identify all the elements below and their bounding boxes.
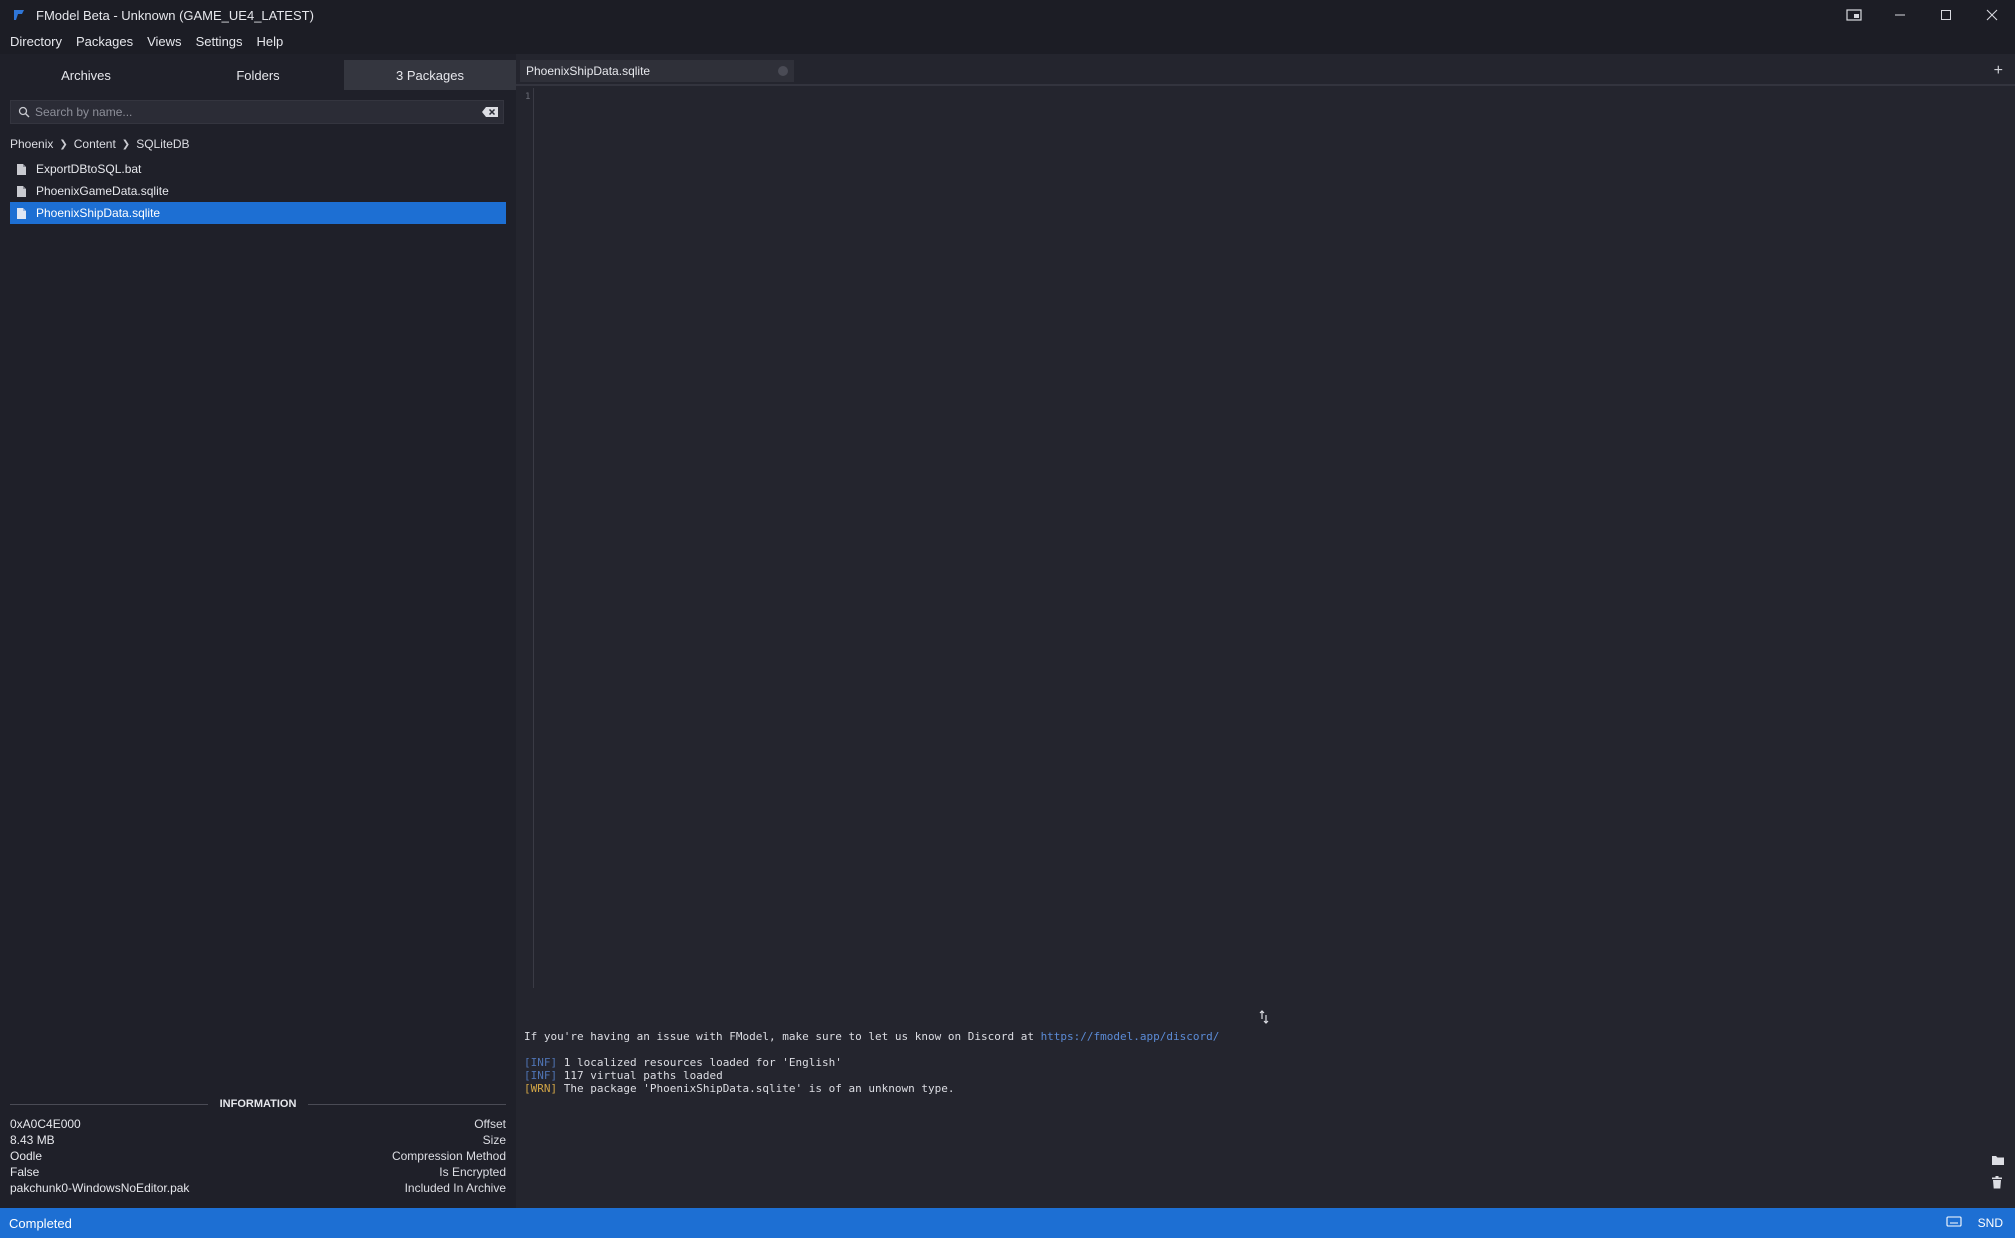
chevron-right-icon: ❯ [121,138,131,150]
status-label-snd[interactable]: SND [1978,1216,2003,1230]
discord-link[interactable]: https://fmodel.app/discord/ [1041,1030,1220,1043]
tab-packages[interactable]: 3 Packages [344,60,516,90]
line-gutter: 1 [516,88,534,988]
info-value: 8.43 MB [10,1133,55,1147]
console-line-discord: If you're having an issue with FModel, m… [524,1030,1219,1043]
tab-folders[interactable]: Folders [172,60,344,90]
search-box [10,100,504,124]
app-logo-icon [8,4,30,26]
trash-icon[interactable] [1991,1176,2007,1198]
title-bar: FModel Beta - Unknown (GAME_UE4_LATEST) [0,0,2015,30]
sidebar-tabs: Archives Folders 3 Packages [0,60,516,90]
file-icon [16,184,28,198]
info-row-compression: Oodle Compression Method [10,1148,506,1164]
file-name: ExportDBtoSQL.bat [36,162,142,176]
menu-views[interactable]: Views [140,30,188,54]
maximize-icon [1941,10,1951,20]
log-tag-inf: [INF] [524,1056,558,1069]
divider [516,84,2015,86]
maximize-button[interactable] [1923,0,1969,30]
editor-tab-bar: PhoenixShipData.sqlite + [516,54,2015,86]
snap-layout-button[interactable] [1831,0,1877,30]
info-label: Offset [474,1117,506,1131]
divider [10,1103,208,1105]
breadcrumb-item-sqlitedb[interactable]: SQLiteDB [136,137,189,151]
close-tab-icon[interactable] [778,66,788,76]
folder-icon[interactable] [1991,1154,2007,1176]
status-bar: Completed SND [0,1208,2015,1238]
status-text: Completed [9,1215,72,1231]
search-icon [13,101,35,123]
editor-tab[interactable]: PhoenixShipData.sqlite [520,60,794,82]
log-tag-inf: [INF] [524,1069,558,1082]
info-row-size: 8.43 MB Size [10,1132,506,1148]
code-editor[interactable]: 1 [516,88,2015,988]
breadcrumb: Phoenix ❯ Content ❯ SQLiteDB [10,132,190,156]
tab-archives[interactable]: Archives [0,60,172,90]
list-item[interactable]: PhoenixShipData.sqlite [10,202,506,224]
console-tools [1991,1154,2007,1198]
menu-help[interactable]: Help [250,30,291,54]
chevron-right-icon: ❯ [59,138,68,150]
breadcrumb-item-content[interactable]: Content [74,137,116,151]
log-text: 117 virtual paths loaded [557,1069,723,1082]
status-right: SND [1946,1208,2003,1238]
snap-layout-icon [1846,9,1862,21]
file-icon [16,206,28,220]
info-value: pakchunk0-WindowsNoEditor.pak [10,1181,190,1195]
minimize-button[interactable] [1877,0,1923,30]
info-row-archive: pakchunk0-WindowsNoEditor.pak Included I… [10,1180,506,1196]
minimize-icon [1895,14,1905,16]
info-label: Compression Method [391,1149,506,1163]
info-value: False [10,1165,40,1179]
console-text: If you're having an issue with FModel, m… [524,1030,1041,1043]
information-table: 0xA0C4E000 Offset 8.43 MB Size Oodle Com… [10,1116,506,1196]
info-label: Size [482,1133,506,1147]
file-name: PhoenixShipData.sqlite [36,206,161,220]
window-controls [1831,0,2015,30]
editor-tab-title: PhoenixShipData.sqlite [526,64,651,78]
breadcrumb-item-phoenix[interactable]: Phoenix [10,137,53,151]
file-icon [16,162,28,176]
keyboard-icon[interactable] [1946,1216,1962,1230]
file-name: PhoenixGameData.sqlite [36,184,169,198]
info-row-encrypted: False Is Encrypted [10,1164,506,1180]
information-header: INFORMATION [10,1094,507,1114]
menu-settings[interactable]: Settings [189,30,250,54]
sidebar: Archives Folders 3 Packages Phoenix ❯ Co… [0,54,516,1208]
console-output: If you're having an issue with FModel, m… [516,1024,2015,1208]
log-text: The package 'PhoenixShipData.sqlite' is … [557,1082,955,1095]
divider [308,1103,507,1105]
info-label: Included In Archive [404,1181,506,1195]
menu-bar: Directory Packages Views Settings Help [0,30,2015,54]
log-text: 1 localized resources loaded for 'Englis… [557,1056,842,1069]
file-list: ExportDBtoSQL.bat PhoenixGameData.sqlite… [10,158,506,224]
console-line: [INF] 117 virtual paths loaded [524,1069,723,1082]
list-item[interactable]: PhoenixGameData.sqlite [10,180,506,202]
close-button[interactable] [1969,0,2015,30]
info-value: 0xA0C4E000 [10,1117,81,1131]
search-input[interactable] [35,102,477,122]
add-tab-icon[interactable]: + [1994,62,2003,80]
menu-directory[interactable]: Directory [3,30,69,54]
console-line: [WRN] The package 'PhoenixShipData.sqlit… [524,1082,954,1095]
info-value: Oodle [10,1149,43,1163]
window-title: FModel Beta - Unknown (GAME_UE4_LATEST) [36,7,314,23]
line-number: 1 [525,92,531,102]
list-item[interactable]: ExportDBtoSQL.bat [10,158,506,180]
clear-search-icon[interactable] [477,101,503,123]
menu-packages[interactable]: Packages [69,30,140,54]
info-row-offset: 0xA0C4E000 Offset [10,1116,506,1132]
info-label: Is Encrypted [439,1165,506,1179]
console-line: [INF] 1 localized resources loaded for '… [524,1056,842,1069]
log-tag-wrn: [WRN] [524,1082,558,1095]
information-title: INFORMATION [219,1098,297,1110]
close-icon [1986,9,1998,21]
